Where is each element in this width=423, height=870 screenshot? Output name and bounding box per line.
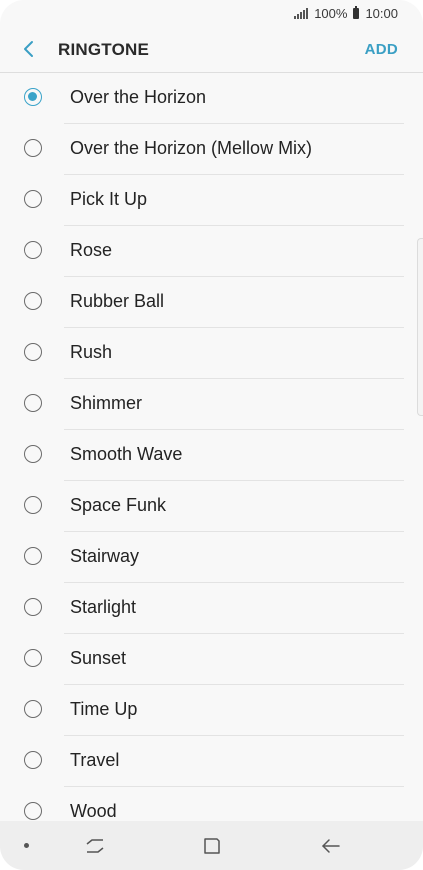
add-button[interactable]: ADD	[365, 41, 398, 58]
scrollbar[interactable]	[417, 238, 423, 416]
navigation-bar	[0, 821, 423, 870]
radio-unselected-icon[interactable]	[24, 139, 42, 157]
signal-icon	[294, 8, 309, 19]
ringtone-item[interactable]: Rose	[0, 226, 423, 277]
phone-screen: 100% 10:00 RINGTONE ADD Over the Horizon…	[0, 0, 423, 870]
recent-apps-icon[interactable]	[84, 835, 106, 857]
radio-unselected-icon[interactable]	[24, 649, 42, 667]
radio-unselected-icon[interactable]	[24, 751, 42, 769]
radio-selected-icon[interactable]	[24, 88, 42, 106]
ringtone-label: Over the Horizon	[70, 87, 207, 107]
ringtone-item[interactable]: Travel	[0, 736, 423, 787]
status-bar: 100% 10:00	[0, 0, 423, 28]
radio-unselected-icon[interactable]	[24, 190, 42, 208]
ringtone-label: Travel	[70, 750, 120, 770]
ringtone-label: Shimmer	[70, 393, 143, 413]
ringtone-label: Smooth Wave	[70, 444, 183, 464]
ringtone-label: Pick It Up	[70, 189, 148, 209]
ringtone-item[interactable]: Shimmer	[0, 379, 423, 430]
ringtone-item[interactable]: Starlight	[0, 583, 423, 634]
ringtone-label: Over the Horizon (Mellow Mix)	[70, 138, 313, 158]
chevron-left-icon[interactable]	[18, 38, 40, 60]
radio-unselected-icon[interactable]	[24, 394, 42, 412]
ringtone-label: Rubber Ball	[70, 291, 165, 311]
ringtone-list: Over the Horizon Over the Horizon (Mellow…	[0, 73, 423, 838]
ringtone-label: Starlight	[70, 597, 137, 617]
ringtone-label: Time Up	[70, 699, 138, 719]
ringtone-label: Rush	[70, 342, 113, 362]
radio-unselected-icon[interactable]	[24, 445, 42, 463]
radio-unselected-icon[interactable]	[24, 547, 42, 565]
back-arrow-icon[interactable]	[320, 835, 342, 857]
radio-unselected-icon[interactable]	[24, 292, 42, 310]
battery-icon	[353, 6, 360, 19]
ringtone-label: Space Funk	[70, 495, 167, 515]
ringtone-item[interactable]: Pick It Up	[0, 175, 423, 226]
ringtone-item[interactable]: Time Up	[0, 685, 423, 736]
ringtone-label: Wood	[70, 801, 117, 821]
ringtone-item[interactable]: Over the Horizon	[0, 73, 423, 124]
battery-percent: 100%	[314, 6, 348, 21]
page-title: RINGTONE	[58, 40, 150, 59]
app-bar: RINGTONE ADD	[0, 28, 423, 72]
ringtone-item[interactable]: Rush	[0, 328, 423, 379]
ringtone-label: Stairway	[70, 546, 140, 566]
ringtone-item[interactable]: Sunset	[0, 634, 423, 685]
clock: 10:00	[365, 6, 398, 21]
radio-unselected-icon[interactable]	[24, 700, 42, 718]
radio-unselected-icon[interactable]	[24, 343, 42, 361]
radio-unselected-icon[interactable]	[24, 802, 42, 820]
ringtone-label: Rose	[70, 240, 113, 260]
dot-icon[interactable]	[24, 843, 29, 848]
ringtone-label: Sunset	[70, 648, 127, 668]
radio-unselected-icon[interactable]	[24, 496, 42, 514]
ringtone-item[interactable]: Over the Horizon (Mellow Mix)	[0, 124, 423, 175]
status-indicators: 100% 10:00	[294, 6, 398, 21]
radio-unselected-icon[interactable]	[24, 598, 42, 616]
home-icon[interactable]	[201, 835, 223, 857]
ringtone-item[interactable]: Smooth Wave	[0, 430, 423, 481]
ringtone-item[interactable]: Space Funk	[0, 481, 423, 532]
ringtone-item[interactable]: Rubber Ball	[0, 277, 423, 328]
radio-unselected-icon[interactable]	[24, 241, 42, 259]
ringtone-item[interactable]: Stairway	[0, 532, 423, 583]
